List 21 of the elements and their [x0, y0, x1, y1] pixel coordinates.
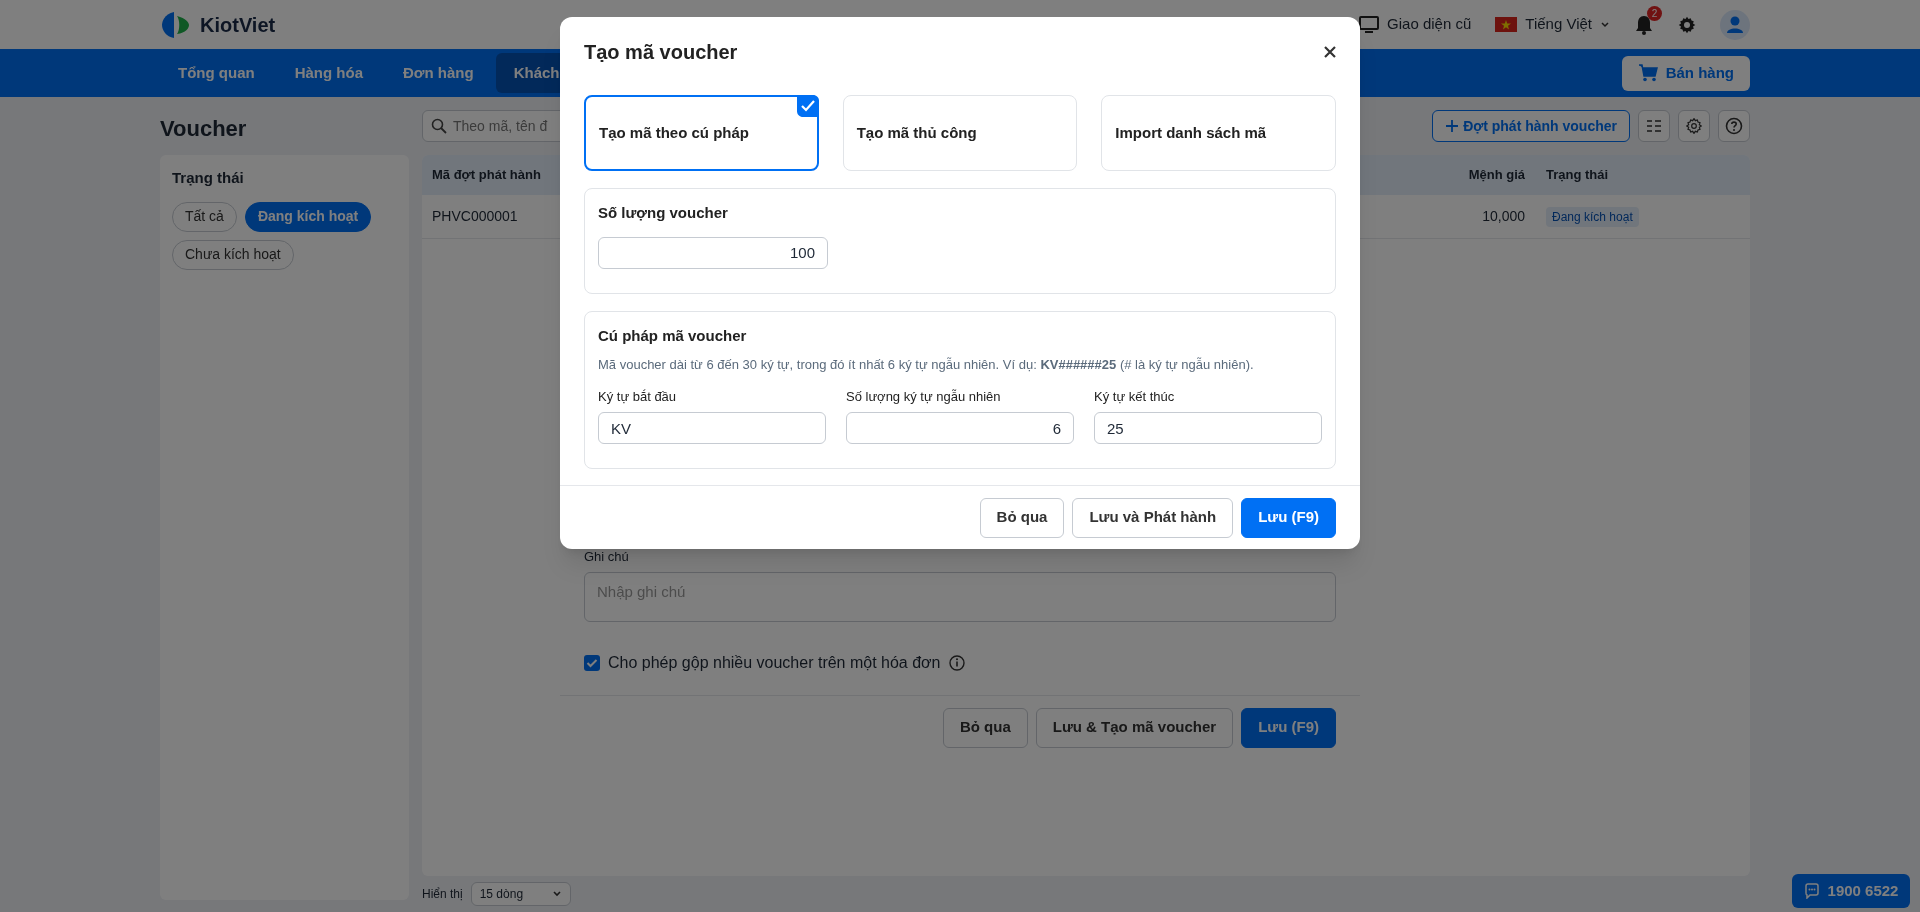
modal-title: Tạo mã voucher: [584, 40, 738, 65]
status-badge: Đang kích hoạt: [1546, 207, 1639, 227]
hint-text: Mã voucher dài từ 6 đến 30 ký tự, trong đó ít nhất 6 ký tự ngẫu nhiên. Ví dụ: KV######25 (# là ký tự ngẫu nhiên).: [598, 356, 1255, 374]
field-label: Ghi chú: [584, 547, 630, 566]
table-cell-text: PHVC000001: [431, 207, 519, 226]
column-header: Mã đợt phát hành: [431, 166, 542, 185]
field-label: Ký tự bắt đầu: [598, 387, 678, 406]
page-size-value: 15 dòng: [479, 886, 524, 903]
logo-text: KiotViet: [200, 12, 276, 38]
page-title: Voucher: [160, 115, 248, 143]
filter-title: Trạng thái: [172, 168, 245, 188]
column-header: Trạng thái: [1545, 166, 1610, 185]
notification-badge: 2: [1647, 5, 1662, 21]
field-label: Số lượng ký tự ngẫu nhiên: [846, 387, 1002, 406]
checkbox-label: Cho phép gộp nhiều voucher trên một hóa đơn: [608, 653, 941, 673]
table-cell-text: 10,000: [1481, 207, 1526, 226]
page-size-label: Hiển thị: [422, 886, 463, 903]
column-header: Mệnh giá: [1467, 166, 1526, 185]
section-title: Cú pháp mã voucher: [598, 325, 748, 346]
field-label: Ký tự kết thúc: [1094, 387, 1176, 406]
section-title: Số lượng voucher: [598, 203, 729, 223]
